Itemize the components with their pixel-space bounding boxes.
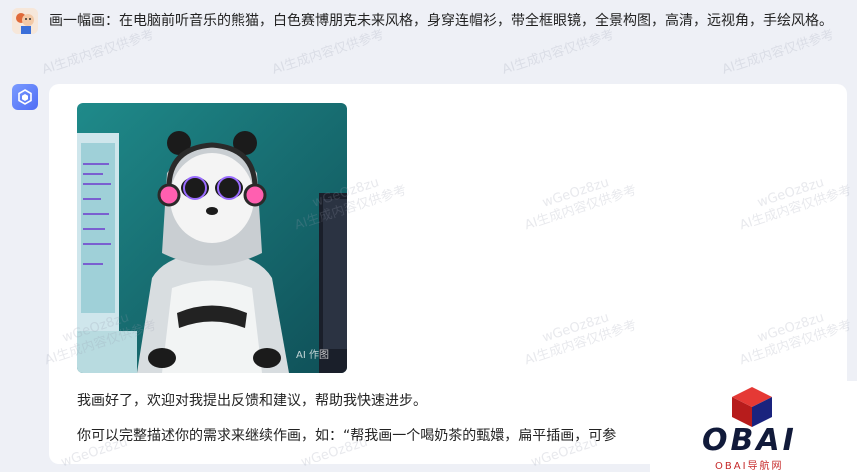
user-avatar[interactable]: [12, 8, 38, 34]
generated-image[interactable]: AI 作图: [77, 103, 347, 373]
obai-logo: OBAI OBAI导航网: [650, 381, 857, 472]
user-message-text: 画一幅画：在电脑前听音乐的熊猫，白色赛博朋克未来风格，身穿连帽衫，带全框眼镜，全…: [49, 13, 833, 29]
panda-avatar-icon: [12, 8, 38, 34]
bot-reply-line-2: 你可以完整描述你的需求来继续作画，如：“帮我画一个喝奶茶的甄嬛，扁平插画，可参: [77, 428, 617, 444]
user-message-row: 画一幅画：在电脑前听音乐的熊猫，白色赛博朋克未来风格，身穿连帽衫，带全框眼镜，全…: [12, 8, 852, 58]
ai-generated-tag: AI 作图: [296, 350, 329, 361]
logo-name: OBAI: [702, 423, 797, 458]
bot-avatar: [12, 84, 38, 110]
panda-artwork: [77, 103, 347, 373]
assistant-cube-icon: [18, 89, 32, 105]
logo-subtitle: OBAI导航网: [715, 461, 784, 472]
bot-reply-line-1: 我画好了，欢迎对我提出反馈和建议，帮助我快速进步。: [77, 393, 427, 409]
